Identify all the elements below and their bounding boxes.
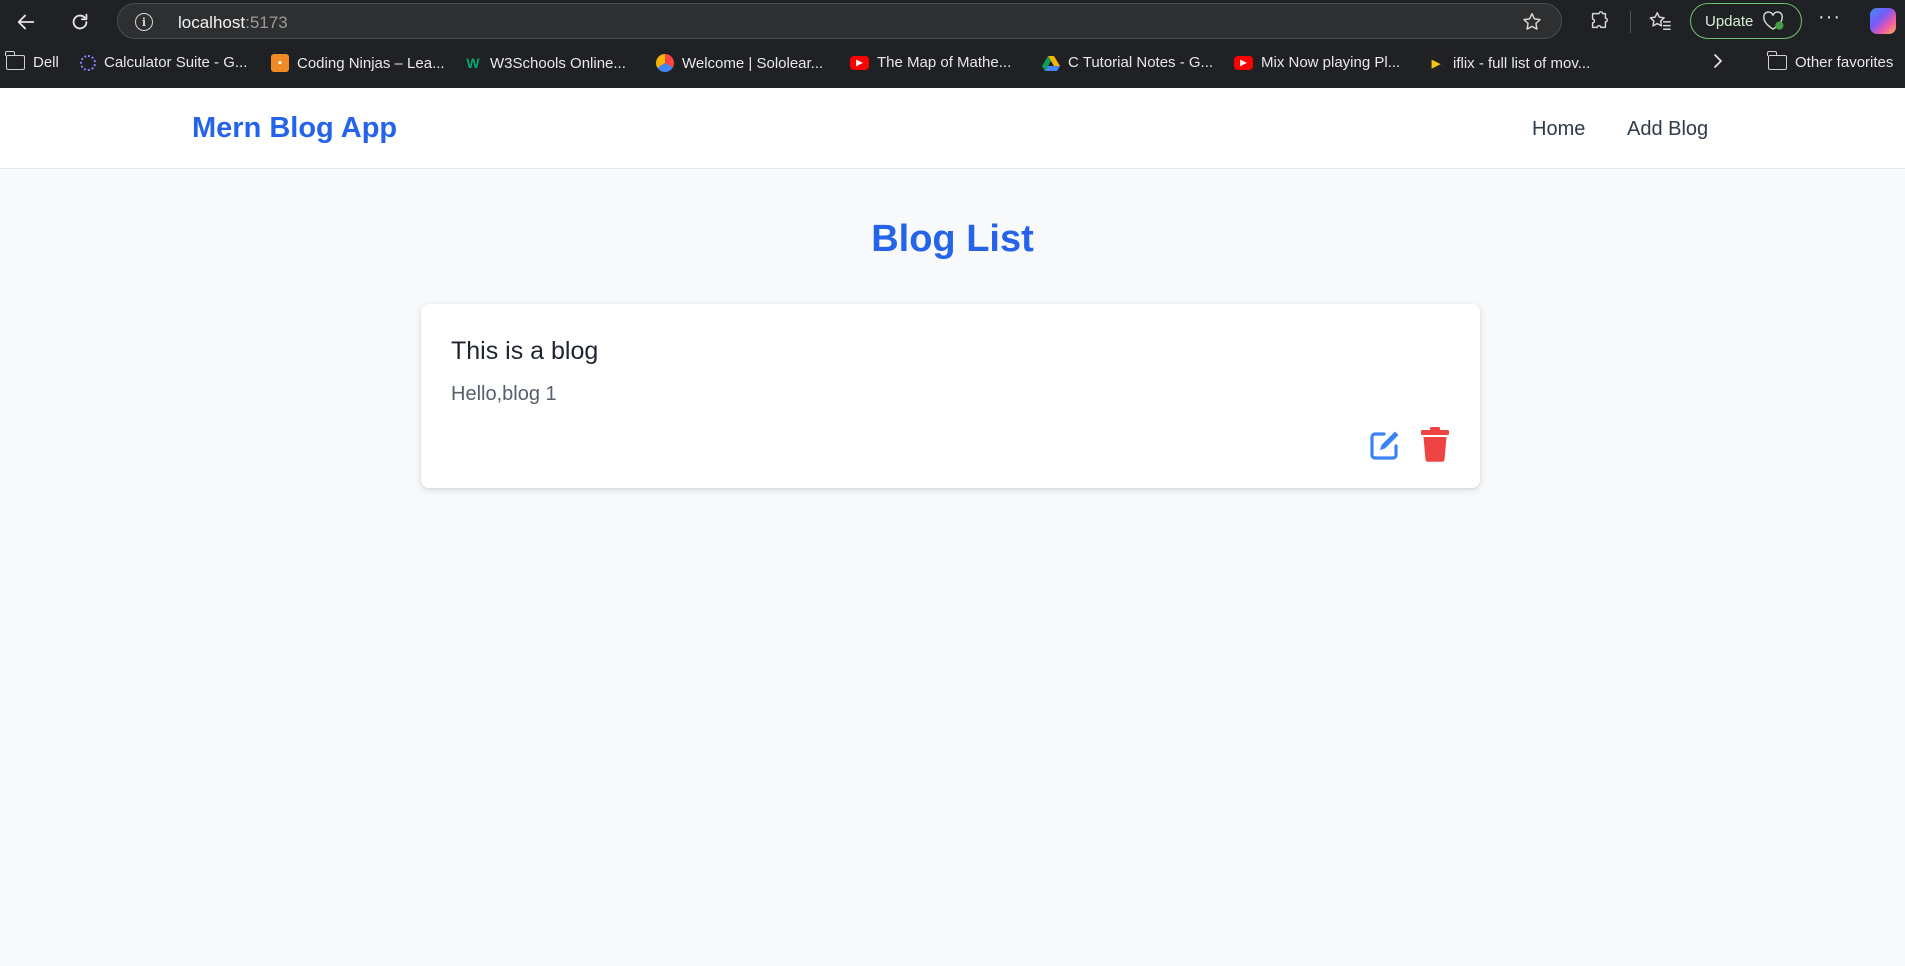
trash-icon <box>1421 427 1449 462</box>
app-navbar: Mern Blog App Home Add Blog <box>0 88 1905 169</box>
bookmark-dell[interactable]: Dell <box>5 51 59 71</box>
bookmark-label: Calculator Suite - G... <box>104 54 248 71</box>
coding-ninjas-icon: ▪ <box>271 54 289 72</box>
nav-link-add-blog[interactable]: Add Blog <box>1627 118 1708 141</box>
bookmark-mix-now-playing[interactable]: ▶ Mix Now playing Pl... <box>1234 54 1400 71</box>
update-label: Update <box>1705 12 1754 30</box>
folder-icon <box>5 51 25 70</box>
star-icon <box>1523 13 1541 30</box>
delete-blog-button[interactable] <box>1420 426 1450 462</box>
sololearn-icon <box>656 54 674 72</box>
bookmarks-bar: Dell Calculator Suite - G... ▪ Coding Ni… <box>0 48 1905 82</box>
reload-icon <box>72 13 88 30</box>
extensions-button[interactable] <box>1584 6 1614 36</box>
bookmark-label: W3Schools Online... <box>490 54 626 72</box>
url-host: localhost <box>178 13 246 32</box>
back-button[interactable] <box>10 6 42 38</box>
bookmark-sololearn[interactable]: Welcome | Sololear... <box>656 54 823 72</box>
blog-title: This is a blog <box>451 337 599 365</box>
app-brand[interactable]: Mern Blog App <box>192 112 397 145</box>
bookmark-coding-ninjas[interactable]: ▪ Coding Ninjas – Lea... <box>271 54 445 72</box>
bookmark-label: The Map of Mathe... <box>877 54 1012 71</box>
puzzle-icon <box>1591 11 1608 29</box>
calculator-suite-icon <box>80 54 96 71</box>
bookmark-label: C Tutorial Notes - G... <box>1068 54 1214 71</box>
bookmark-other-favorites[interactable]: Other favorites <box>1767 51 1894 71</box>
favorites-button[interactable] <box>1645 6 1675 36</box>
url-port: :5173 <box>245 13 288 32</box>
bookmark-map-of-mathematics[interactable]: ▶ The Map of Mathe... <box>850 54 1011 71</box>
google-drive-icon <box>1042 55 1060 71</box>
site-info-icon[interactable]: i <box>135 13 153 31</box>
bookmark-label: Dell <box>33 54 59 71</box>
blog-card: This is a blog Hello,blog 1 <box>421 304 1480 488</box>
settings-more-button[interactable]: ··· <box>1818 6 1841 29</box>
arrow-left-icon <box>17 14 35 30</box>
bookmark-label: Other favorites <box>1795 54 1894 71</box>
address-bar[interactable]: i localhost:5173 <box>117 3 1562 39</box>
iflix-icon: ▶ <box>1427 54 1445 72</box>
edit-blog-button[interactable] <box>1368 428 1402 462</box>
page-title: Blog List <box>871 218 1034 260</box>
youtube-icon: ▶ <box>850 55 869 70</box>
bookmark-label: Mix Now playing Pl... <box>1261 54 1401 71</box>
w3schools-icon: W <box>466 55 480 71</box>
favorite-star-button[interactable] <box>1521 11 1543 38</box>
copilot-icon[interactable] <box>1870 8 1896 34</box>
favorites-icon <box>1649 12 1671 30</box>
bookmark-c-tutorial-notes[interactable]: C Tutorial Notes - G... <box>1042 54 1213 71</box>
reload-button[interactable] <box>64 6 96 38</box>
bookmark-iflix[interactable]: ▶ iflix - full list of mov... <box>1427 54 1590 72</box>
chevron-right-icon <box>1714 54 1722 68</box>
youtube-icon: ▶ <box>1234 55 1253 70</box>
blog-content: Hello,blog 1 <box>451 383 557 405</box>
edit-icon <box>1370 431 1399 460</box>
browser-toolbar: i localhost:5173 Update ··· <box>0 0 1905 43</box>
bookmark-label: Welcome | Sololear... <box>682 54 824 72</box>
heart-pulse-icon <box>1763 11 1784 31</box>
bookmarks-overflow-button[interactable] <box>1711 52 1725 70</box>
browser-chrome: i localhost:5173 Update ··· Dell Calcula… <box>0 0 1905 88</box>
bookmark-w3schools[interactable]: W W3Schools Online... <box>464 54 626 72</box>
address-url[interactable]: localhost:5173 <box>178 13 288 33</box>
bookmark-label: iflix - full list of mov... <box>1453 54 1591 72</box>
toolbar-divider <box>1630 11 1631 33</box>
bookmark-calculator-suite[interactable]: Calculator Suite - G... <box>80 54 247 71</box>
bookmark-label: Coding Ninjas – Lea... <box>297 54 445 72</box>
update-button[interactable]: Update <box>1690 3 1802 39</box>
nav-link-home[interactable]: Home <box>1532 118 1585 141</box>
folder-icon <box>1767 51 1787 70</box>
